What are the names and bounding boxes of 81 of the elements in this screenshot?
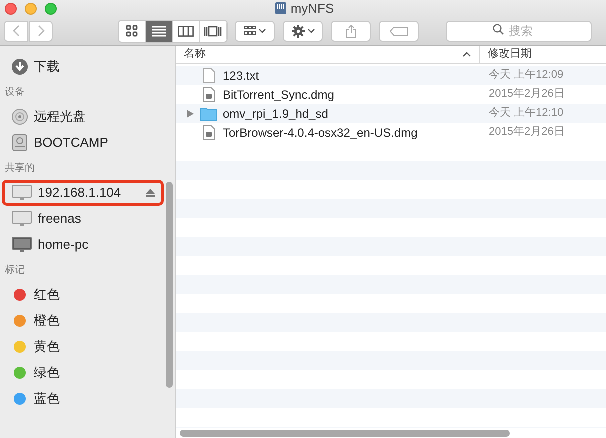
chevron-left-icon [12,25,20,37]
folder-icon [200,106,217,120]
sidebar-label: freenas [38,210,82,228]
file-name: BitTorrent_Sync.dmg [223,86,334,104]
search-field[interactable]: 搜索 [446,20,592,42]
sidebar-item[interactable]: 橙色 [2,308,164,334]
zoom-button[interactable] [45,2,57,14]
list-icon [152,26,166,36]
back-button[interactable] [4,20,28,42]
sidebar-label: 红色 [34,286,61,304]
coverflow-icon [204,26,222,36]
arrange-button[interactable] [235,20,275,42]
chevron-down-icon [259,28,266,34]
view-mode-button[interactable] [173,20,200,42]
share-icon [346,24,356,38]
sidebar-label: home-pc [38,236,90,254]
section-header: 设备 [4,86,26,100]
window-title: myNFS [290,0,334,18]
sidebar-label: 绿色 [34,364,61,382]
sidebar-label: BOOTCAMP [34,134,110,152]
share-button[interactable] [331,20,371,42]
monitor-icon [12,237,32,253]
eject-icon[interactable] [146,189,155,197]
download-icon [12,59,28,75]
sidebar-label: 192.168.1.104 [38,184,122,202]
view-mode-button[interactable] [119,20,146,42]
sidebar-item[interactable]: 远程光盘 [2,104,164,130]
action-button[interactable] [283,20,323,42]
search-icon [493,24,504,35]
sidebar-item[interactable]: 黄色 [2,334,164,360]
sidebar-label: 蓝色 [34,390,61,408]
sort-caret-icon [463,52,471,57]
sidebar-item[interactable]: home-pc [2,232,164,258]
forward-button[interactable] [29,20,53,42]
sidebar-label: 橙色 [34,312,61,330]
columns-icon [178,26,194,36]
tag-button[interactable] [379,20,419,42]
monitor-icon [12,211,32,227]
column-header[interactable]: 名称 [176,46,480,63]
view-mode-button[interactable] [146,20,173,42]
file-name: 123.txt [223,68,260,84]
modified-date: 今天 上午12:10 [488,106,564,122]
close-button[interactable] [5,2,17,14]
sidebar-item[interactable]: 192.168.1.104 [2,180,164,206]
modified-date: 2015年2月26日 [488,87,565,102]
document-icon [202,68,214,83]
file-name: TorBrowser-4.0.4-osx32_en-US.dmg [223,124,418,142]
disclosure-triangle-icon[interactable] [187,110,194,118]
scrollbar-thumb[interactable] [166,182,173,388]
section-header: 共享的 [4,162,36,176]
gear-icon [292,24,304,38]
sidebar-label: 远程光盘 [34,108,87,126]
view-mode-button[interactable] [200,20,227,42]
file-row[interactable]: 123.txt 今天 上午12:09 [176,66,606,85]
modified-date: 今天 上午12:09 [488,68,564,84]
server-icon [274,2,287,15]
sidebar-item[interactable]: freenas [2,206,164,232]
sidebar-item[interactable]: 下载 [2,54,164,80]
grid-icon [126,25,138,37]
column-header[interactable]: 修改日期 [480,46,606,63]
chevron-right-icon [38,25,44,37]
chevron-down-icon [308,28,314,34]
file-row[interactable]: omv_rpi_1.9_hd_sd 今天 上午12:10 [176,104,606,123]
sidebar-item[interactable]: BOOTCAMP [2,130,164,156]
scrollbar-thumb[interactable] [180,430,510,436]
arrange-grid-icon [244,26,256,36]
drive-icon [12,134,28,152]
disc-icon [12,109,28,125]
sidebar-item[interactable]: 绿色 [2,360,164,386]
minimize-button[interactable] [25,2,37,14]
monitor-icon [12,185,32,201]
tag-icon [390,26,408,36]
modified-date: 2015年2月26日 [488,125,565,140]
disk-image-icon [202,125,214,140]
file-name: omv_rpi_1.9_hd_sd [223,106,328,122]
disk-image-icon [202,87,214,102]
sidebar-item[interactable]: 蓝色 [2,386,164,412]
sidebar-item[interactable]: 红色 [2,282,164,308]
section-header: 标记 [4,264,26,278]
sidebar-label: 下载 [34,58,61,76]
sidebar-label: 黄色 [34,338,61,356]
